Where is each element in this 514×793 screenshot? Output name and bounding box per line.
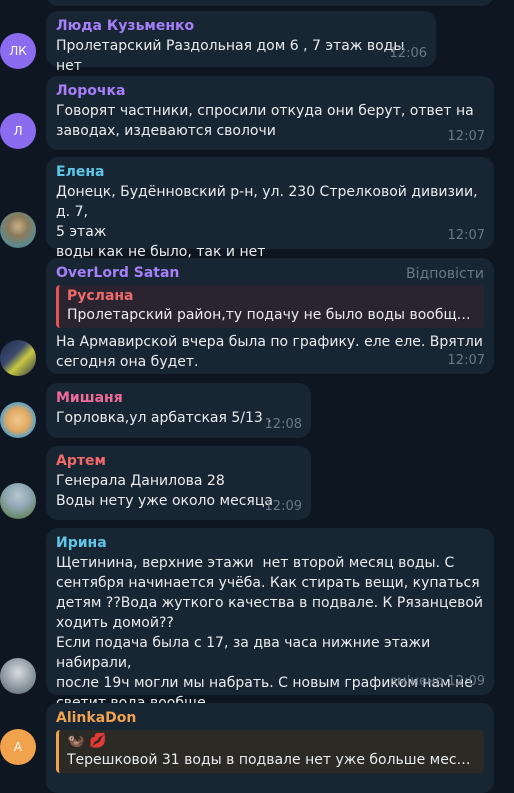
- message-text: Говорят частники, спросили откуда они бе…: [56, 103, 474, 119]
- quote-author-emoji: 🦦 💋: [67, 733, 107, 749]
- message-bubble[interactable]: AlinkaDon 🦦 💋 Терешковой 31 воды в подва…: [46, 703, 494, 793]
- message-time: змінено 12:09: [390, 674, 485, 689]
- message-bubble[interactable]: Люда Кузьменко Пролетарский Раздольная д…: [46, 11, 436, 74]
- message-text: заводах, издеваются сволочи: [56, 123, 276, 139]
- message-text: сентября начинается учёба. Как стирать в…: [56, 575, 480, 591]
- sender-name[interactable]: Лорочка: [56, 82, 484, 101]
- message-text: детям ??Вода жуткого качества в подвале.…: [56, 595, 483, 611]
- sender-name[interactable]: Ирина: [56, 534, 484, 553]
- message-text: Пролетарский Раздольная дом 6 , 7 этаж в…: [56, 38, 409, 74]
- avatar[interactable]: [0, 402, 36, 438]
- message-time: 12:09: [264, 499, 302, 514]
- quoted-message[interactable]: Руслана Пролетарский район,ту подачу не …: [56, 285, 484, 328]
- avatar-initials: A: [13, 740, 23, 754]
- message-time: 12:08: [264, 417, 302, 432]
- message-text: сегодня она будет.: [56, 354, 199, 370]
- avatar[interactable]: [0, 212, 36, 248]
- message-time: 12:07: [447, 353, 485, 368]
- message-time: 12:06: [389, 46, 427, 61]
- previous-message-bubble: [46, 0, 494, 6]
- reply-button[interactable]: Відповісти: [406, 266, 484, 282]
- message-text: Донецк, Будённовский р-н, ул. 230 Стрелк…: [56, 184, 482, 220]
- chat-history[interactable]: ЛК Люда Кузьменко Пролетарский Раздольна…: [0, 0, 514, 793]
- sender-name[interactable]: AlinkaDon: [56, 709, 484, 728]
- message-text: Щетинина, верхние этажи нет второй месяц…: [56, 555, 455, 571]
- sender-name[interactable]: Артем: [56, 452, 301, 471]
- avatar-initials: ЛК: [9, 44, 27, 58]
- avatar[interactable]: [0, 483, 36, 519]
- message-bubble[interactable]: Мишаня Горловка,ул арбатская 5/13 . 12:0…: [46, 383, 311, 438]
- message-bubble[interactable]: Ирина Щетинина, верхние этажи нет второй…: [46, 528, 494, 711]
- message-text: Если подача была с 17, за два часа нижни…: [56, 635, 435, 671]
- quote-text: Пролетарский район,ту подачу не было вод…: [67, 307, 476, 323]
- avatar[interactable]: A: [0, 729, 36, 765]
- message-text: ходить домой??: [56, 615, 174, 631]
- avatar[interactable]: [0, 340, 36, 376]
- message-bubble[interactable]: OverLord Satan Відповісти Руслана Пролет…: [46, 258, 494, 374]
- avatar[interactable]: Л: [0, 113, 36, 149]
- message-time: 12:07: [447, 228, 485, 243]
- message-text: Генерала Данилова 28: [56, 473, 225, 489]
- message-bubble[interactable]: Артем Генерала Данилова 28 Воды нету уже…: [46, 446, 311, 520]
- avatar[interactable]: ЛК: [0, 33, 36, 69]
- sender-name[interactable]: Елена: [56, 163, 484, 182]
- sender-name[interactable]: Люда Кузьменко: [56, 17, 426, 36]
- quote-text: Терешковой 31 воды в подвале нет уже бол…: [67, 752, 476, 768]
- message-bubble[interactable]: Елена Донецк, Будённовский р-н, ул. 230 …: [46, 157, 494, 260]
- message-text: На Армавирской вчера была по графику. ел…: [56, 334, 483, 350]
- message-text: 5 этаж: [56, 224, 107, 240]
- quoted-message[interactable]: 🦦 💋 Терешковой 31 воды в подвале нет уже…: [56, 730, 484, 773]
- message-bubble[interactable]: Лорочка Говорят частники, спросили откуд…: [46, 76, 494, 150]
- avatar-initials: Л: [13, 124, 23, 138]
- avatar[interactable]: [0, 658, 36, 694]
- quote-author: Руслана: [67, 288, 134, 304]
- message-time: 12:07: [447, 129, 485, 144]
- sender-name[interactable]: Мишаня: [56, 389, 301, 408]
